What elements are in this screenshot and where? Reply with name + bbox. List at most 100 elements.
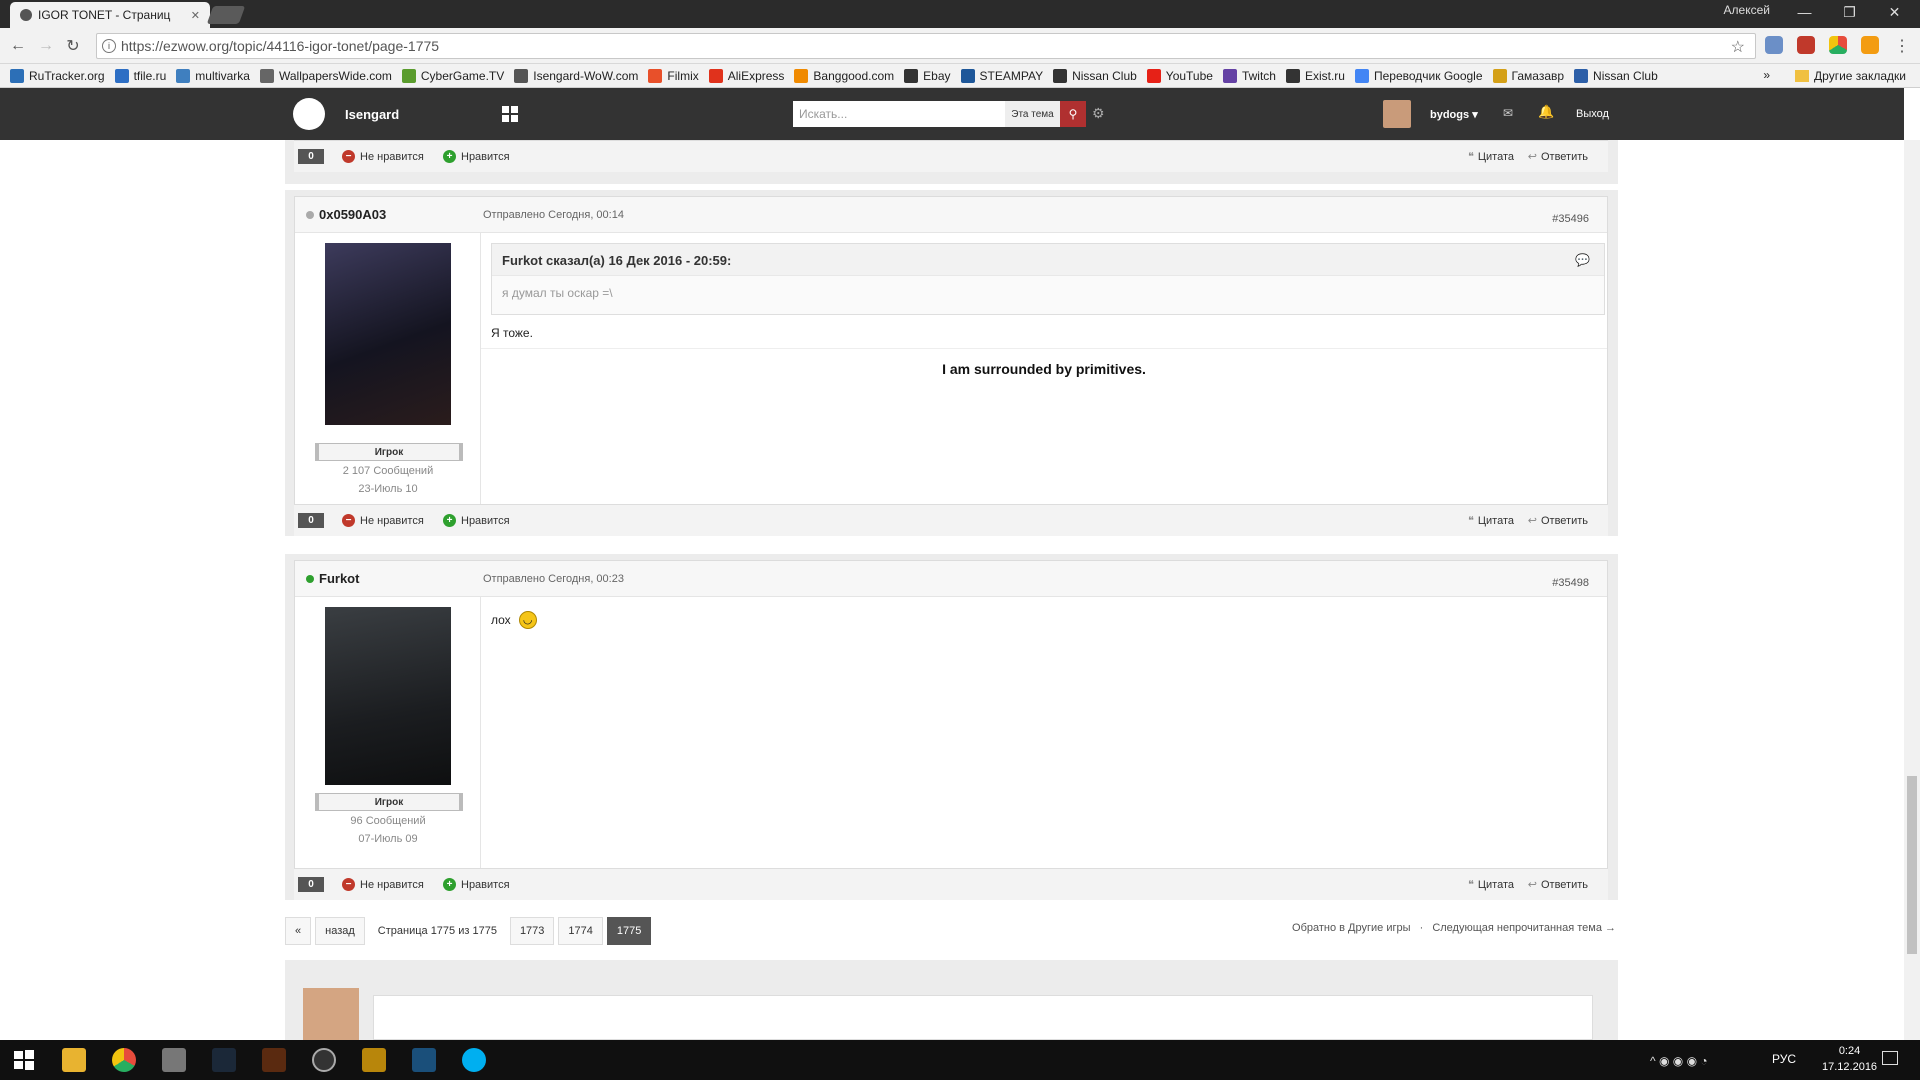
quote-icon: ❝: [1467, 879, 1474, 891]
reply-editor[interactable]: [373, 995, 1593, 1040]
scrollbar-thumb[interactable]: [1907, 776, 1917, 954]
prev-page-button[interactable]: назад: [315, 917, 365, 945]
browser-tab[interactable]: IGOR TONET - Страниц ✕: [10, 2, 210, 28]
like-button[interactable]: + Нравится: [443, 514, 510, 527]
info-icon[interactable]: i: [102, 39, 116, 53]
bookmark-item[interactable]: Ebay: [904, 68, 951, 83]
bookmark-item[interactable]: Filmix: [648, 68, 699, 83]
extension-odnoklassniki-icon[interactable]: [1861, 36, 1879, 54]
minimize-button[interactable]: —: [1782, 0, 1827, 24]
quote-button[interactable]: ❝ Цитата: [1468, 150, 1514, 164]
bookmark-item[interactable]: tfile.ru: [114, 68, 166, 83]
steam-icon[interactable]: [212, 1048, 236, 1072]
mail-icon[interactable]: ✉: [1503, 106, 1513, 120]
restore-button[interactable]: ❐: [1827, 0, 1872, 24]
skype-icon[interactable]: [462, 1048, 486, 1072]
back-to-forum-link[interactable]: Обратно в Другие игры: [1292, 922, 1411, 934]
bell-icon[interactable]: 🔔: [1538, 104, 1554, 120]
dislike-button[interactable]: − Не нравится: [342, 878, 424, 891]
dislike-button[interactable]: − Не нравится: [342, 514, 424, 527]
obs-icon[interactable]: [312, 1048, 336, 1072]
wow-icon[interactable]: [362, 1048, 386, 1072]
next-unread-link[interactable]: Следующая непрочитанная тема →: [1432, 922, 1616, 934]
first-page-button[interactable]: «: [285, 917, 312, 945]
search-icon[interactable]: ⚲: [1060, 101, 1086, 127]
battlenet-icon[interactable]: [412, 1048, 436, 1072]
bookmark-item[interactable]: Twitch: [1222, 68, 1276, 83]
bookmark-star-icon[interactable]: ☆: [1731, 37, 1745, 57]
bookmark-item[interactable]: Nissan Club: [1574, 68, 1658, 83]
new-tab-button[interactable]: [206, 6, 246, 24]
keyboard-language[interactable]: РУС: [1772, 1052, 1796, 1066]
author-avatar[interactable]: [325, 607, 451, 785]
author-avatar[interactable]: [325, 243, 451, 425]
other-bookmarks-folder[interactable]: Другие закладки: [1795, 69, 1906, 83]
current-page-button[interactable]: 1775: [606, 917, 652, 945]
bookmark-item[interactable]: RuTracker.org: [10, 68, 105, 83]
url-text[interactable]: https://ezwow.org/topic/44116-igor-tonet…: [121, 38, 439, 54]
bookmark-item[interactable]: CyberGame.TV: [401, 68, 504, 83]
bookmark-item[interactable]: Nissan Club: [1053, 68, 1137, 83]
post-permalink[interactable]: #35496: [1552, 213, 1589, 225]
like-button[interactable]: + Нравится: [443, 150, 510, 163]
search-scope-select[interactable]: Эта тема: [1005, 101, 1060, 127]
post-author[interactable]: 0x0590A03: [319, 207, 386, 222]
post-permalink[interactable]: #35498: [1552, 577, 1589, 589]
site-name[interactable]: Isengard: [345, 107, 399, 122]
bookmark-item[interactable]: AliExpress: [708, 68, 784, 83]
post-header: Furkot Отправлено Сегодня, 00:23 #35498: [295, 561, 1607, 597]
avatar[interactable]: [1383, 100, 1411, 128]
back-arrow-icon[interactable]: ←: [8, 36, 28, 56]
quote-button[interactable]: ❝ Цитата: [1468, 514, 1514, 528]
bookmark-item[interactable]: YouTube: [1146, 68, 1213, 83]
diablo-icon[interactable]: [262, 1048, 286, 1072]
extension-color-icon[interactable]: [1829, 36, 1847, 54]
site-header: Isengard Искать... Эта тема ⚲ ⚙ bydogs ▾…: [0, 88, 1904, 140]
quote-button[interactable]: ❝ Цитата: [1467, 878, 1514, 892]
forward-arrow-icon[interactable]: →: [36, 36, 56, 56]
quote-author: Furkot сказал(а) 16 Дек 2016 - 20:59:: [502, 253, 732, 268]
bookmark-item[interactable]: Гамазавр: [1492, 68, 1564, 83]
extension-adblock-icon[interactable]: [1797, 36, 1815, 54]
gear-icon[interactable]: ⚙: [1092, 105, 1105, 122]
bookmark-label: WallpapersWide.com: [278, 68, 392, 83]
app-icon[interactable]: [162, 1048, 186, 1072]
bookmarks-overflow-icon[interactable]: »: [1763, 68, 1770, 82]
site-logo-icon[interactable]: [293, 98, 325, 130]
close-window-button[interactable]: ✕: [1872, 0, 1917, 24]
notification-center-icon[interactable]: [1882, 1051, 1898, 1065]
bookmark-item[interactable]: Переводчик Google: [1354, 68, 1483, 83]
clock[interactable]: 0:24 17.12.2016: [1822, 1043, 1877, 1075]
apps-grid-icon[interactable]: [502, 106, 518, 122]
bookmark-item[interactable]: multivarka: [176, 68, 250, 83]
page-1773-button[interactable]: 1773: [509, 917, 555, 945]
chevron-down-icon: ▾: [1472, 109, 1478, 121]
dislike-label: Не нравится: [360, 878, 424, 891]
file-explorer-icon[interactable]: [62, 1048, 86, 1072]
address-bar[interactable]: i https://ezwow.org/topic/44116-igor-ton…: [96, 33, 1756, 59]
bookmark-item[interactable]: STEAMPAY: [960, 68, 1043, 83]
chrome-icon[interactable]: [112, 1048, 136, 1072]
search-input[interactable]: Искать...: [793, 101, 1005, 127]
bookmark-item[interactable]: Exist.ru: [1285, 68, 1345, 83]
user-menu[interactable]: bydogs ▾: [1430, 108, 1478, 121]
tab-close-icon[interactable]: ✕: [191, 9, 200, 22]
browser-profile-name[interactable]: Алексей: [1724, 3, 1770, 17]
reply-button[interactable]: ↩ Ответить: [1528, 150, 1588, 164]
bookmark-item[interactable]: Isengard-WoW.com: [514, 68, 638, 83]
reply-button[interactable]: ↩ Ответить: [1528, 878, 1588, 892]
reply-button[interactable]: ↩ Ответить: [1528, 514, 1588, 528]
logout-link[interactable]: Выход: [1576, 108, 1609, 120]
browser-menu-icon[interactable]: ⋮: [1892, 36, 1912, 56]
bookmark-label: Nissan Club: [1072, 68, 1137, 83]
post-author[interactable]: Furkot: [319, 571, 359, 586]
page-1774-button[interactable]: 1774: [558, 917, 603, 945]
bookmark-item[interactable]: WallpapersWide.com: [259, 68, 392, 83]
like-button[interactable]: + Нравится: [443, 878, 510, 891]
dislike-button[interactable]: − Не нравится: [342, 150, 424, 163]
bookmark-item[interactable]: Banggood.com: [794, 68, 894, 83]
windows-start-icon[interactable]: [12, 1048, 36, 1072]
reload-icon[interactable]: ↻: [63, 36, 83, 56]
bookmark-favicon-icon: [708, 68, 723, 83]
extension-weather-icon[interactable]: [1765, 36, 1783, 54]
